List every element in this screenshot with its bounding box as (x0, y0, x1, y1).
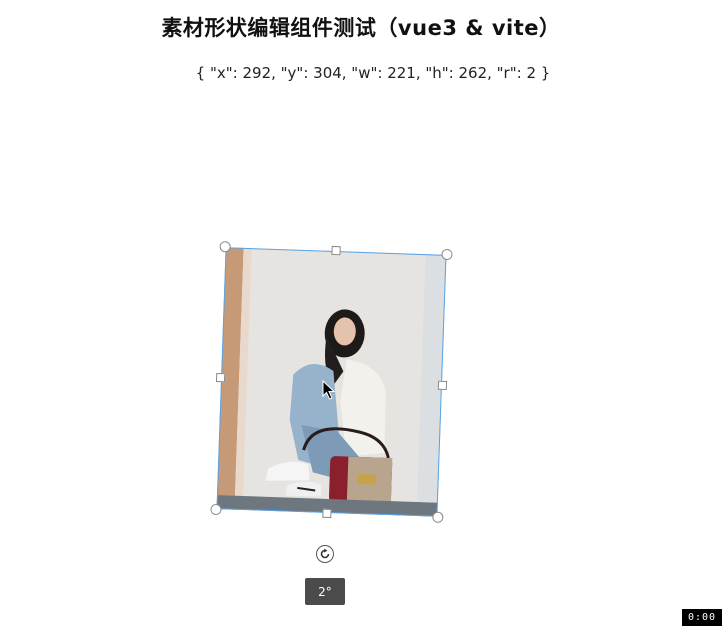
resize-handle-bottom-right[interactable] (432, 511, 444, 523)
rotate-clockwise-icon[interactable] (316, 545, 334, 563)
resize-handle-left[interactable] (215, 372, 226, 383)
resize-handle-right[interactable] (437, 380, 448, 391)
page-title: 素材形状编辑组件测试（vue3 & vite） (161, 16, 561, 40)
resize-handle-top[interactable] (331, 245, 341, 256)
resize-handle-bottom[interactable] (322, 508, 332, 519)
canvas: 素材形状编辑组件测试（vue3 & vite） { "x": 292, "y":… (0, 0, 722, 626)
mouse-pointer-icon (322, 379, 336, 404)
rotation-angle-badge: 2° (305, 578, 345, 605)
recording-timer: 0:00 (682, 609, 722, 626)
shape-coordinates-readout: { "x": 292, "y": 304, "w": 221, "h": 262… (195, 64, 551, 82)
resize-handle-top-right[interactable] (441, 248, 453, 261)
resize-handle-bottom-left[interactable] (210, 503, 222, 516)
